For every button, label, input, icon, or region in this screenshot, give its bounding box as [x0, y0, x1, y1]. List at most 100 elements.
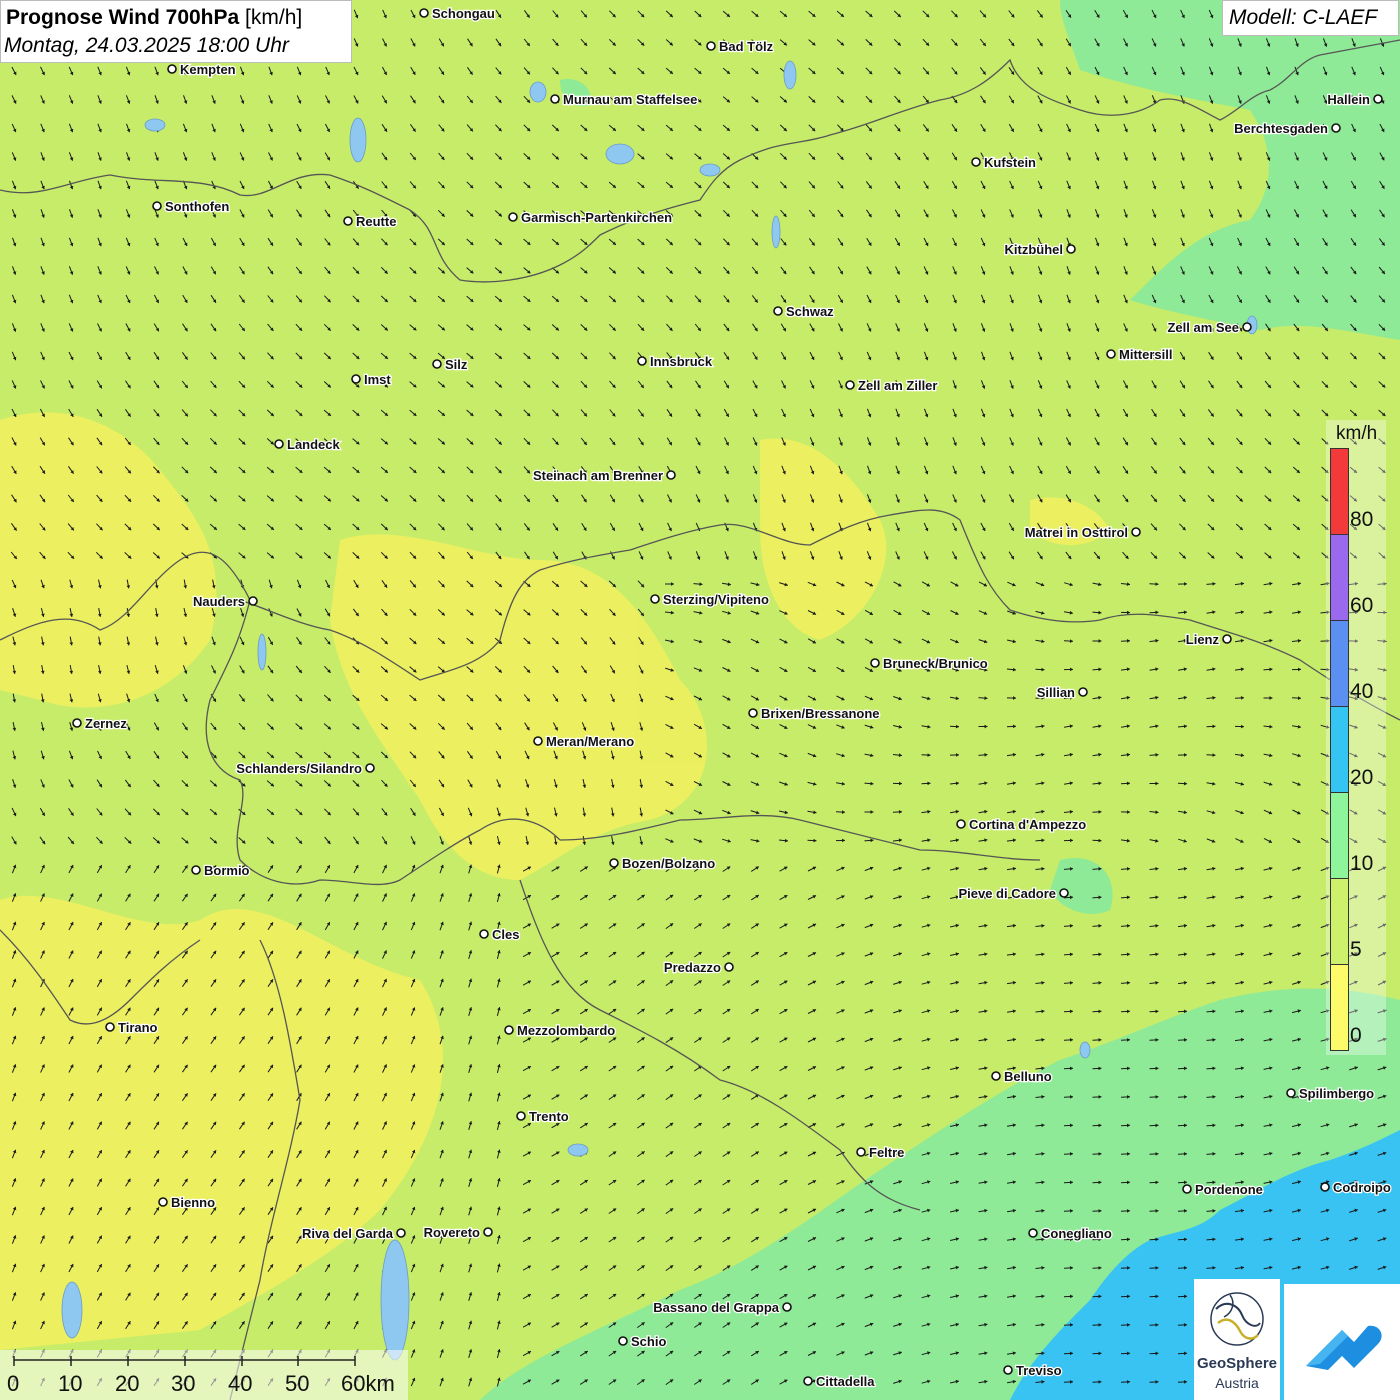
- scale-label-10: 10: [58, 1371, 83, 1396]
- scale-label-50: 50: [285, 1371, 310, 1396]
- city-marker: [248, 596, 258, 606]
- city-label: Bassano del Grappa: [653, 1300, 779, 1315]
- city-marker: [533, 736, 543, 746]
- city-label: Silz: [445, 357, 468, 372]
- city-label: Codroipo: [1333, 1180, 1391, 1195]
- app-logo[interactable]: [1284, 1284, 1400, 1400]
- city-label: Bozen/Bolzano: [622, 856, 715, 871]
- city-label: Belluno: [1004, 1069, 1052, 1084]
- city-label: Mezzolombardo: [517, 1023, 615, 1038]
- scale-label-60km: 60km: [341, 1371, 395, 1396]
- city-label: Predazzo: [664, 960, 721, 975]
- mountain-app-icon: [1306, 1325, 1382, 1370]
- city-label: Cortina d'Ampezzo: [969, 817, 1086, 832]
- city-label: Mittersill: [1119, 347, 1172, 362]
- lake-lago-di-caldonazzo: [567, 1143, 589, 1157]
- city-marker: [1222, 634, 1232, 644]
- city-label: Kufstein: [984, 155, 1036, 170]
- wind-map: SchongauBad TölzKemptenMurnau am Staffel…: [0, 0, 1400, 1400]
- city-marker: [72, 718, 82, 728]
- city-marker: [105, 1022, 115, 1032]
- lake-tegernsee: [783, 60, 797, 90]
- city-marker: [152, 201, 162, 211]
- lake-lago-di-santa-croce: [1079, 1041, 1091, 1059]
- city-label: Rovereto: [424, 1225, 480, 1240]
- city-label: Bienno: [171, 1195, 215, 1210]
- city-marker: [1373, 94, 1383, 104]
- city-marker: [748, 708, 758, 718]
- map-title-text: Prognose Wind 700hPa: [6, 6, 240, 29]
- city-marker: [479, 929, 489, 939]
- city-marker: [419, 8, 429, 18]
- city-marker: [274, 439, 284, 449]
- city-marker: [1059, 888, 1069, 898]
- city-label: Pieve di Cadore: [958, 886, 1056, 901]
- city-label: Brixen/Bressanone: [761, 706, 880, 721]
- legend-swatch-80: [1330, 448, 1349, 535]
- city-marker: [1286, 1088, 1296, 1098]
- forecast-datetime: Montag, 24.03.2025 18:00 Uhr: [4, 34, 289, 57]
- legend-swatch-60: [1330, 534, 1349, 621]
- city-marker: [1331, 123, 1341, 133]
- legend-tick-80: 80: [1350, 508, 1374, 531]
- map-title-box: Prognose Wind 700hPa [km/h] Montag, 24.0…: [0, 0, 352, 63]
- lake-lago-di-garda: [380, 1239, 410, 1361]
- lake-forggensee: [144, 118, 166, 132]
- city-marker: [666, 470, 676, 480]
- lake-como-north: [61, 1281, 83, 1339]
- city-marker: [191, 865, 201, 875]
- city-marker: [508, 212, 518, 222]
- city-marker: [1242, 322, 1252, 332]
- city-label: Kitzbühel: [1005, 242, 1064, 257]
- city-marker: [516, 1111, 526, 1121]
- scale-label-20: 20: [115, 1371, 140, 1396]
- city-marker: [167, 64, 177, 74]
- city-label: Riva del Garda: [302, 1226, 394, 1241]
- legend-tick-0: 0: [1350, 1024, 1362, 1047]
- city-marker: [803, 1376, 813, 1386]
- city-marker: [432, 359, 442, 369]
- city-label: Lienz: [1186, 632, 1220, 647]
- legend-tick-60: 60: [1350, 594, 1374, 617]
- city-marker: [351, 374, 361, 384]
- city-marker: [504, 1025, 514, 1035]
- city-label: Berchtesgaden: [1234, 121, 1328, 136]
- map-title-unit: [km/h]: [245, 6, 303, 29]
- city-label: Zernez: [85, 716, 127, 731]
- city-marker: [1106, 349, 1116, 359]
- city-label: Schlanders/Silandro: [236, 761, 362, 776]
- legend-swatch-40: [1330, 620, 1349, 707]
- city-label: Bormio: [204, 863, 250, 878]
- city-marker: [650, 594, 660, 604]
- city-label: Landeck: [287, 437, 341, 452]
- city-label: Feltre: [869, 1145, 904, 1160]
- city-label: Bad Tölz: [719, 39, 774, 54]
- city-marker: [956, 819, 966, 829]
- city-marker: [365, 763, 375, 773]
- lake-reschensee: [257, 633, 267, 671]
- city-marker: [706, 41, 716, 51]
- scale-label-0: 0: [7, 1371, 20, 1396]
- city-marker: [1320, 1182, 1330, 1192]
- geosphere-logo[interactable]: GeoSphere Austria: [1194, 1279, 1280, 1400]
- city-marker: [618, 1336, 628, 1346]
- model-label: Modell: C-LAEF: [1222, 0, 1399, 36]
- city-marker: [856, 1147, 866, 1157]
- city-label: Steinach am Brenner: [533, 468, 663, 483]
- city-label: Cittadella: [816, 1374, 875, 1389]
- lake-staffelsee: [529, 81, 547, 103]
- city-label: Bruneck/Brunico: [883, 656, 988, 671]
- city-marker: [1078, 687, 1088, 697]
- legend-swatch-0: [1330, 964, 1349, 1051]
- city-label: Sonthofen: [165, 199, 229, 214]
- legend-unit: km/h: [1336, 423, 1378, 444]
- city-label: Pordenone: [1195, 1182, 1263, 1197]
- geosphere-logo-name: GeoSphere: [1196, 1355, 1278, 1372]
- city-label: Schio: [631, 1334, 666, 1349]
- geosphere-logo-country: Austria: [1215, 1375, 1259, 1391]
- city-marker: [773, 306, 783, 316]
- city-label: Zell am Ziller: [858, 378, 937, 393]
- city-label: Kempten: [180, 62, 236, 77]
- city-marker: [1003, 1365, 1013, 1375]
- city-label: Murnau am Staffelsee: [563, 92, 697, 107]
